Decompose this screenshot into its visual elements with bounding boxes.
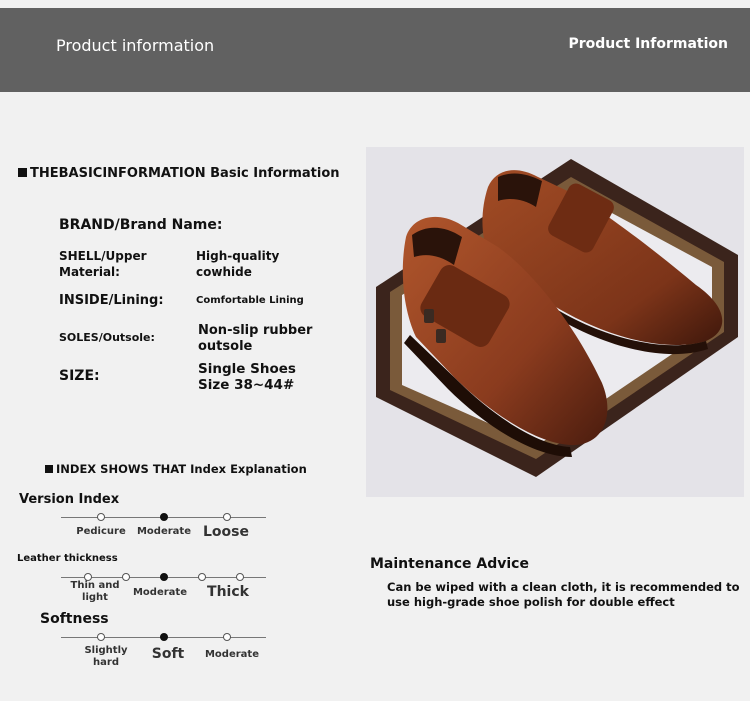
- softness-option-2: Soft: [151, 646, 185, 662]
- lining-value: Comfortable Lining: [196, 295, 304, 306]
- version-index-title: Version Index: [19, 492, 120, 507]
- version-index-dot-3: [223, 513, 231, 521]
- version-index-dot-2-selected: [160, 513, 168, 521]
- square-bullet-icon: [18, 168, 27, 177]
- version-index-dot-1: [97, 513, 105, 521]
- softness-dot-1: [97, 633, 105, 641]
- outsole-label: SOLES/Outsole:: [59, 331, 155, 344]
- product-photo: [366, 147, 744, 497]
- leather-thickness-option-1: Thin and light: [70, 580, 120, 603]
- leather-thickness-title: Leather thickness: [17, 553, 118, 564]
- maintenance-title: Maintenance Advice: [370, 556, 529, 572]
- size-value: Single Shoes Size 38~44#: [198, 361, 296, 393]
- softness-title: Softness: [40, 611, 109, 627]
- leather-thickness-option-3: Thick: [207, 584, 249, 600]
- monk-strap-shoes-image: [366, 147, 744, 497]
- version-index-option-2: Moderate: [136, 526, 191, 537]
- upper-material-label: SHELL/Upper Material:: [59, 249, 147, 279]
- softness-dot-2-selected: [160, 633, 168, 641]
- basic-info-heading: THEBASICINFORMATION Basic Information: [18, 166, 340, 181]
- leather-thickness-option-2: Moderate: [132, 587, 187, 598]
- version-index-option-3: Loose: [203, 524, 249, 540]
- outsole-value: Non-slip rubber outsole: [198, 323, 313, 354]
- index-heading: INDEX SHOWS THAT Index Explanation: [45, 462, 307, 476]
- leather-thickness-dot-3-selected: [160, 573, 168, 581]
- header-bar: Product information Product Information: [0, 8, 750, 92]
- upper-material-value: High-quality cowhide: [196, 249, 280, 279]
- header-title-left: Product information: [56, 36, 215, 55]
- lining-label: INSIDE/Lining:: [59, 293, 164, 308]
- softness-option-3: Moderate: [204, 649, 259, 660]
- square-bullet-icon: [45, 465, 53, 473]
- softness-option-1: Slightly hard: [84, 645, 128, 668]
- leather-thickness-dot-5: [236, 573, 244, 581]
- brand-label: BRAND/Brand Name:: [59, 217, 223, 233]
- version-index-option-1: Pedicure: [76, 526, 126, 537]
- leather-thickness-dot-4: [198, 573, 206, 581]
- size-label: SIZE:: [59, 368, 100, 384]
- softness-dot-3: [223, 633, 231, 641]
- maintenance-text: Can be wiped with a clean cloth, it is r…: [387, 580, 740, 609]
- header-title-right: Product Information: [568, 36, 728, 52]
